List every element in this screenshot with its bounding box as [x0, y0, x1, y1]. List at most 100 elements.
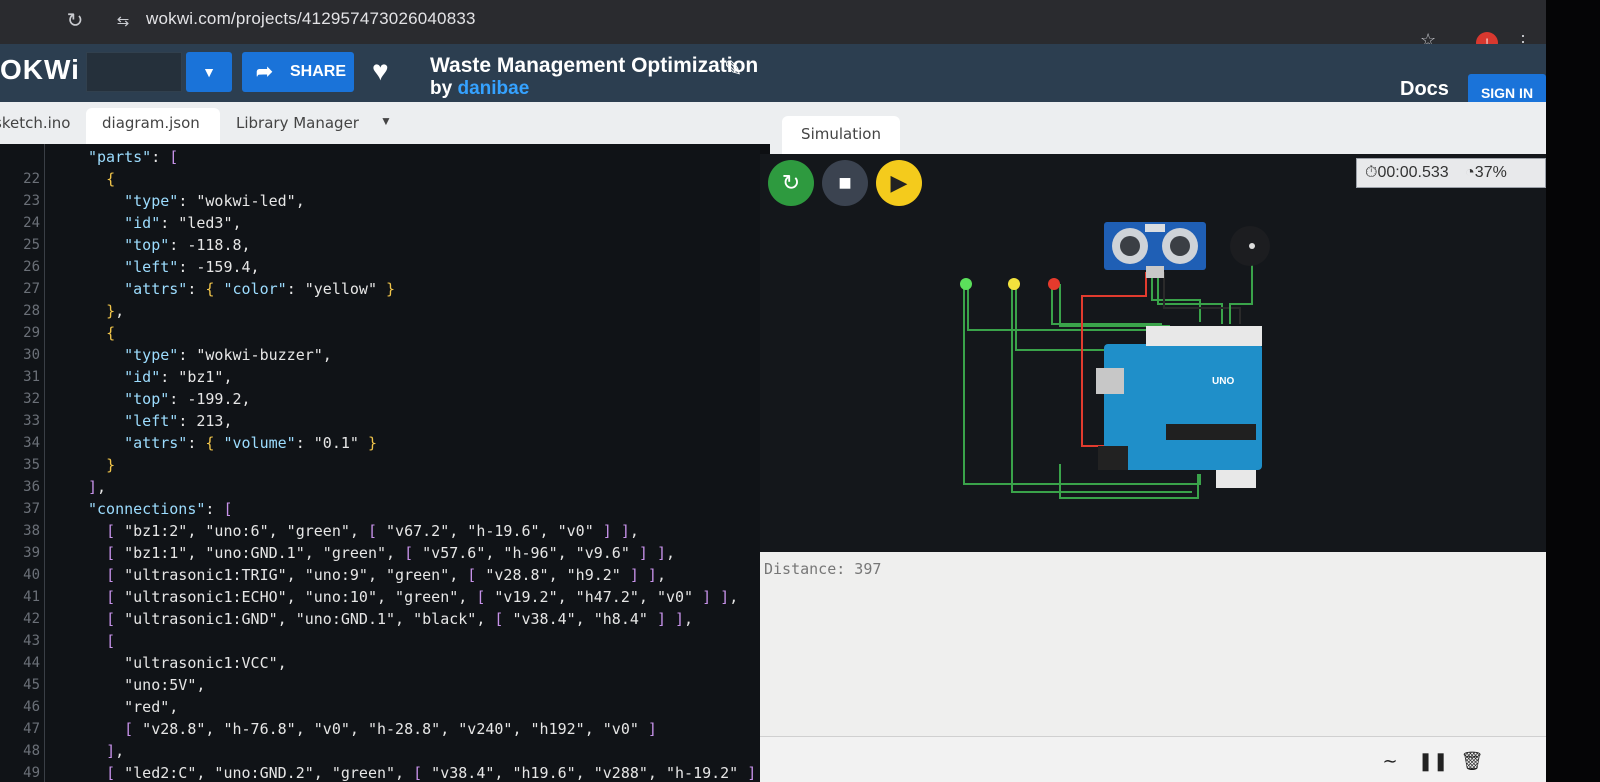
line-number: 30 — [23, 347, 40, 363]
line-number: 49 — [23, 765, 40, 781]
simulation-canvas[interactable]: UNO — [760, 154, 1546, 552]
wokwi-logo[interactable]: OKWi — [0, 54, 80, 86]
tab-diagram-json[interactable]: diagram.json — [102, 114, 200, 132]
led-green[interactable] — [960, 278, 972, 290]
by-label: by — [430, 78, 453, 99]
line-number: 48 — [23, 743, 40, 759]
tabs-dropdown-icon[interactable]: ▼ — [380, 114, 392, 128]
line-number: 27 — [23, 281, 40, 297]
code-text: [ "ultrasonic1:TRIG", "uno:9", "green", … — [106, 566, 666, 584]
stopwatch-icon: ⏱ — [1365, 164, 1378, 181]
code-text: "type": "wokwi-buzzer", — [124, 346, 332, 364]
line-number: 37 — [23, 501, 40, 517]
line-number: 23 — [23, 193, 40, 209]
stop-button[interactable]: ■ — [822, 160, 868, 206]
play-button[interactable]: ▶ — [876, 160, 922, 206]
code-text: ], — [88, 478, 107, 496]
project-title: Waste Management Optimization — [430, 54, 759, 77]
docs-link[interactable]: Docs — [1400, 78, 1449, 101]
wire-echo — [1157, 272, 1223, 324]
line-number: 33 — [23, 413, 40, 429]
pause-icon[interactable]: ❚❚ — [1418, 747, 1448, 775]
browser-toolbar: ↻ ⇆ wokwi.com/projects/41295747302604083… — [0, 0, 1546, 44]
edit-pencil-icon[interactable]: ✎ — [724, 56, 742, 82]
gutter-divider — [44, 144, 45, 782]
project-byline: by danibae — [430, 78, 529, 100]
project-name-box — [86, 52, 182, 92]
line-number: 38 — [23, 523, 40, 539]
simulation-tabbar: Simulation — [770, 102, 1546, 154]
led-yellow[interactable] — [1008, 278, 1020, 290]
code-text: [ "v28.8", "h-76.8", "v0", "h-28.8", "v2… — [124, 720, 657, 738]
code-text: "id": "bz1", — [124, 368, 233, 386]
line-number: 35 — [23, 457, 40, 473]
reload-icon[interactable]: ↻ — [62, 8, 88, 34]
ultrasonic-sensor[interactable] — [1104, 222, 1206, 278]
arduino-uno-board[interactable]: UNO — [1096, 326, 1262, 488]
site-info-icon[interactable]: ⇆ — [112, 11, 134, 33]
line-number: 34 — [23, 435, 40, 451]
line-number: 36 — [23, 479, 40, 495]
code-text: [ — [106, 632, 116, 650]
tab-library-manager[interactable]: Library Manager — [236, 114, 359, 132]
board-label: UNO — [1212, 376, 1234, 387]
code-text: [ "bz1:2", "uno:6", "green", [ "v67.2", … — [106, 522, 639, 540]
buzzer[interactable] — [1230, 226, 1270, 266]
simulation-timer: ⏱00:00.533 ◔37% — [1356, 158, 1546, 188]
restart-icon: ↻ — [781, 170, 801, 195]
screen-bezel — [1546, 0, 1600, 782]
stop-icon: ■ — [838, 170, 852, 195]
code-editor[interactable]: "parts": [22 {23 "type": "wokwi-led", 24 … — [0, 144, 774, 782]
heart-icon[interactable]: ♥ — [372, 54, 389, 88]
led-red[interactable] — [1048, 278, 1060, 290]
speed-value: 37% — [1474, 164, 1507, 181]
line-number: 31 — [23, 369, 40, 385]
code-text: "left": -159.4, — [124, 258, 260, 276]
code-text: [ "bz1:1", "uno:GND.1", "green", [ "v57.… — [106, 544, 676, 562]
serial-toolbar: ∼ ❚❚ 🗑 — [760, 736, 1546, 782]
app-header: OKWi ▼ ➦ SHARE ♥ Waste Management Optimi… — [0, 44, 1546, 112]
address-bar[interactable]: wokwi.com/projects/412957473026040833 — [146, 9, 476, 29]
line-number: 22 — [23, 171, 40, 187]
code-text: "left": 213, — [124, 412, 233, 430]
code-text: "uno:5V", — [88, 676, 206, 694]
tab-sketch-ino[interactable]: sketch.ino — [0, 114, 70, 132]
line-number: 46 — [23, 699, 40, 715]
chevron-down-icon: ▼ — [202, 64, 216, 80]
code-text: "parts": [ — [88, 148, 179, 166]
share-arrow-icon: ➦ — [256, 61, 273, 83]
serial-output: Distance: 397 — [764, 560, 882, 578]
code-text: "ultrasonic1:VCC", — [88, 654, 287, 672]
share-button[interactable]: ➦ SHARE — [242, 52, 354, 92]
serial-monitor[interactable]: Distance: 397 ∼ ❚❚ 🗑 — [760, 552, 1546, 782]
code-text: "attrs": { "color": "yellow" } — [124, 280, 396, 298]
code-text: "attrs": { "volume": "0.1" } — [124, 434, 377, 452]
restart-button[interactable]: ↻ — [768, 160, 814, 206]
line-number: 25 — [23, 237, 40, 253]
code-text: "type": "wokwi-led", — [124, 192, 305, 210]
share-label: SHARE — [290, 63, 347, 80]
line-number: 41 — [23, 589, 40, 605]
line-number: 44 — [23, 655, 40, 671]
line-number: 28 — [23, 303, 40, 319]
plotter-chart-icon[interactable]: ∼ — [1376, 747, 1404, 775]
circuit-diagram[interactable]: UNO — [760, 154, 1546, 552]
code-text: ], — [106, 742, 125, 760]
save-dropdown-button[interactable]: ▼ — [186, 52, 232, 92]
code-text: [ "led2:C", "uno:GND.2", "green", [ "v38… — [106, 764, 774, 782]
line-number: 39 — [23, 545, 40, 561]
code-text: "top": -199.2, — [124, 390, 251, 408]
wire-trig — [1151, 272, 1201, 322]
line-number: 32 — [23, 391, 40, 407]
line-number: 45 — [23, 677, 40, 693]
author-link[interactable]: danibae — [457, 78, 529, 99]
line-number: 47 — [23, 721, 40, 737]
trash-icon[interactable]: 🗑 — [1458, 747, 1486, 775]
code-text: "red", — [88, 698, 179, 716]
line-number: 43 — [23, 633, 40, 649]
code-text: { — [106, 170, 116, 188]
tab-simulation[interactable]: Simulation — [782, 116, 900, 154]
code-text: "top": -118.8, — [124, 236, 251, 254]
code-text: "id": "led3", — [124, 214, 242, 232]
line-number: 40 — [23, 567, 40, 583]
